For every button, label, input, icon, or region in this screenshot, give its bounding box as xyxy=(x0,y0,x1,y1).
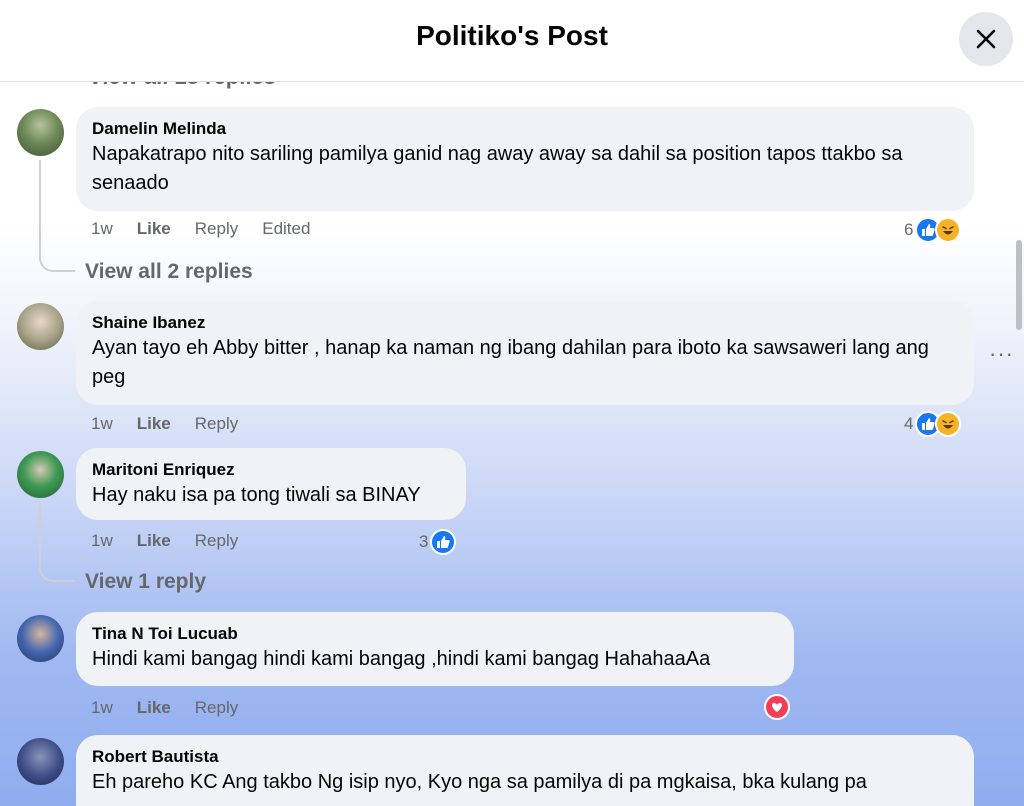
comment-actions: 1w Like Reply xyxy=(91,531,238,551)
avatar[interactable] xyxy=(17,451,64,498)
like-button[interactable]: Like xyxy=(137,219,171,239)
comment-bubble: Maritoni Enriquez Hay naku isa pa tong t… xyxy=(76,448,466,520)
comment-author[interactable]: Damelin Melinda xyxy=(92,118,958,140)
comment-author[interactable]: Tina N Toi Lucuab xyxy=(92,623,778,645)
view-replies-link[interactable]: View all 2 replies xyxy=(85,260,253,284)
reaction-summary[interactable] xyxy=(764,694,790,720)
comment-actions: 1w Like Reply xyxy=(91,698,238,718)
like-reaction-icon xyxy=(430,529,457,555)
avatar[interactable] xyxy=(17,303,64,350)
view-replies-link[interactable]: View 1 reply xyxy=(85,570,206,594)
like-button[interactable]: Like xyxy=(137,698,171,718)
reaction-summary[interactable]: 6 xyxy=(904,217,962,243)
comment-text: Napakatrapo nito sariling pamilya ganid … xyxy=(92,143,903,194)
comment-text: Eh pareho KC Ang takbo Ng isip nyo, Kyo … xyxy=(92,771,867,793)
page-title: Politiko's Post xyxy=(416,20,608,51)
post-header: Politiko's Post xyxy=(0,0,1024,82)
thread-line xyxy=(39,160,75,272)
comment-text: Ayan tayo eh Abby bitter , hanap ka nama… xyxy=(92,337,929,388)
comment-actions: 1w Like Reply xyxy=(91,414,238,434)
comment-time[interactable]: 1w xyxy=(91,414,113,434)
comment-author[interactable]: Shaine Ibanez xyxy=(92,312,958,334)
scrollbar[interactable] xyxy=(1016,240,1022,330)
reaction-summary[interactable]: 4 xyxy=(904,411,962,437)
avatar[interactable] xyxy=(17,615,64,662)
comment-bubble: Damelin Melinda Napakatrapo nito sarilin… xyxy=(76,107,974,211)
love-reaction-icon xyxy=(764,694,790,720)
reply-button[interactable]: Reply xyxy=(195,698,238,718)
reaction-count: 4 xyxy=(904,414,914,433)
like-button[interactable]: Like xyxy=(137,531,171,551)
avatar[interactable] xyxy=(17,109,64,156)
comment-text: Hay naku isa pa tong tiwali sa BINAY xyxy=(92,484,421,506)
close-button[interactable] xyxy=(959,12,1013,66)
thread-line xyxy=(39,500,75,582)
like-button[interactable]: Like xyxy=(137,414,171,434)
comment-author[interactable]: Robert Bautista xyxy=(92,746,958,768)
haha-reaction-icon xyxy=(935,217,962,243)
comment-time[interactable]: 1w xyxy=(91,531,113,551)
close-icon xyxy=(976,29,996,49)
comment-text: Hindi kami bangag hindi kami bangag ,hin… xyxy=(92,648,711,670)
more-options-icon[interactable]: ··· xyxy=(989,341,1014,367)
reaction-count: 3 xyxy=(419,532,429,551)
comment-bubble: Tina N Toi Lucuab Hindi kami bangag hind… xyxy=(76,612,794,686)
comment-author[interactable]: Maritoni Enriquez xyxy=(92,459,450,481)
avatar[interactable] xyxy=(17,738,64,785)
comment-time[interactable]: 1w xyxy=(91,698,113,718)
reply-button[interactable]: Reply xyxy=(195,414,238,434)
comment-time[interactable]: 1w xyxy=(91,219,113,239)
comment-bubble: Robert Bautista Eh pareho KC Ang takbo N… xyxy=(76,735,974,806)
haha-reaction-icon xyxy=(935,411,962,437)
reaction-summary[interactable]: 3 xyxy=(419,529,457,555)
comment-bubble: Shaine Ibanez Ayan tayo eh Abby bitter ,… xyxy=(76,301,974,405)
reply-button[interactable]: Reply xyxy=(195,531,238,551)
reaction-count: 6 xyxy=(904,220,914,239)
comment-actions: 1w Like Reply Edited xyxy=(91,219,310,239)
edited-label: Edited xyxy=(262,219,311,238)
reply-button[interactable]: Reply xyxy=(195,219,238,239)
